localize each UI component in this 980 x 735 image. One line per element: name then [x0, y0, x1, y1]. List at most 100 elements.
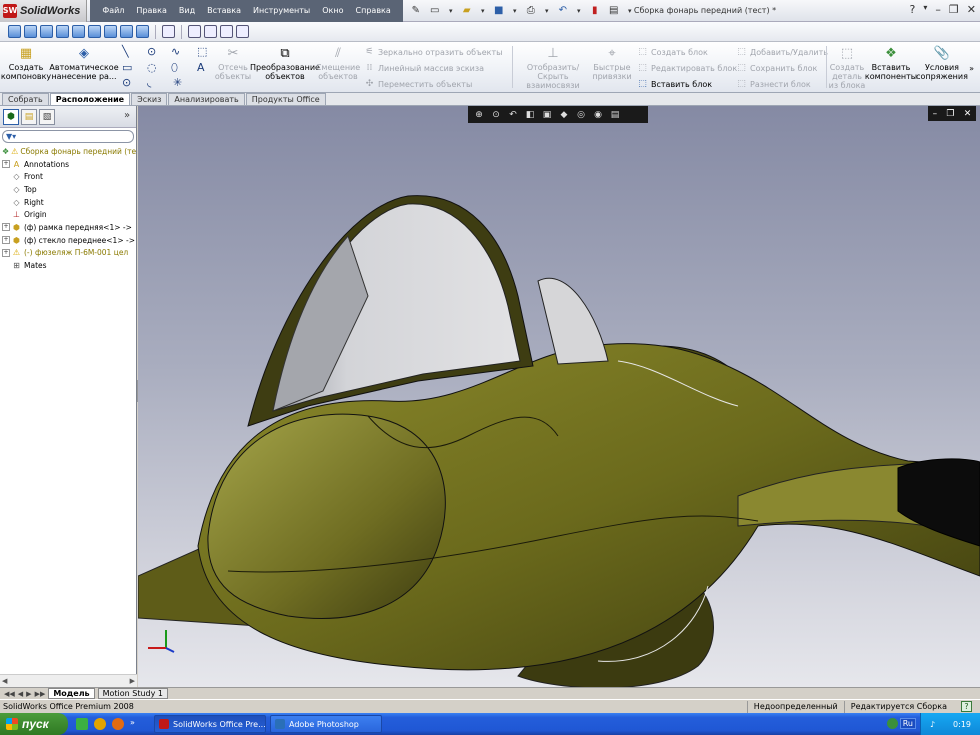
view-iso-icon[interactable] [104, 25, 117, 38]
two-view-icon[interactable] [204, 25, 217, 38]
hide-show-icon[interactable]: ◎ [574, 110, 588, 120]
circle-center-icon[interactable]: ⊙ [147, 45, 156, 58]
previous-view-icon[interactable]: ↶ [506, 110, 520, 120]
task-photoshop[interactable]: Adobe Photoshop [270, 715, 382, 733]
edit-block-button[interactable]: ⬚ Редактировать блок [637, 63, 737, 73]
menu-insert[interactable]: Вставка [201, 6, 247, 15]
menu-view[interactable]: Вид [173, 6, 201, 15]
text-icon[interactable]: A [197, 61, 205, 74]
start-button[interactable]: пуск [0, 713, 68, 735]
view-right-icon[interactable] [56, 25, 69, 38]
new-document-icon[interactable]: ▭ [428, 4, 442, 18]
menu-help[interactable]: Справка [350, 6, 397, 15]
help-icon[interactable]: ? [961, 701, 972, 712]
expand-icon[interactable]: + [2, 248, 10, 257]
zoom-area-icon[interactable]: ⊙ [489, 110, 503, 120]
ellipse-icon[interactable]: ⬯ [171, 61, 178, 75]
task-solidworks[interactable]: SolidWorks Office Pre... [154, 715, 266, 733]
make-block-button[interactable]: ⬚ Создать блок [637, 47, 708, 57]
speaker-icon[interactable]: ♪ [930, 720, 935, 729]
tree-node-annotations[interactable]: + A Annotations [2, 158, 136, 171]
close-icon[interactable]: ✕ [967, 3, 976, 16]
scroll-left-icon[interactable]: ◀ [2, 677, 7, 685]
tab-model[interactable]: Модель [48, 688, 95, 699]
tree-node-mates[interactable]: ⊞ Mates [2, 259, 136, 272]
solidworks-logo[interactable]: SW SolidWorks [0, 0, 88, 22]
next-tab-icon[interactable]: ▶ [26, 690, 31, 698]
tab-evaluate[interactable]: Анализировать [168, 93, 245, 105]
menu-edit[interactable]: Правка [130, 6, 172, 15]
chevron-right-icon[interactable]: » [969, 64, 974, 73]
save-icon[interactable]: ■ [492, 4, 506, 18]
menu-window[interactable]: Окно [316, 6, 349, 15]
view-left-icon[interactable] [40, 25, 53, 38]
feature-tree-tab-icon[interactable]: ⬢ [3, 108, 19, 125]
mirror-entities-button[interactable]: ⚟ Зеркально отразить объекты [364, 47, 502, 57]
single-view-icon[interactable] [188, 25, 201, 38]
linear-pattern-button[interactable]: ⁞⁞ Линейный массив эскиза [364, 63, 484, 73]
mate-button[interactable]: 📎 Условия сопряжения [916, 45, 968, 82]
appearance-icon[interactable]: ◉ [591, 110, 605, 120]
horizontal-scrollbar[interactable]: ◀ ▶ [0, 674, 137, 687]
view-trimetric-icon[interactable] [120, 25, 133, 38]
first-tab-icon[interactable]: ◀◀ [4, 690, 15, 698]
chevron-down-icon[interactable]: ▾ [479, 4, 487, 18]
add-remove-button[interactable]: ⬚ Добавить/Удалить [736, 47, 828, 57]
quick-snaps-button[interactable]: ⌖ Быстрые привязки [592, 45, 631, 82]
convert-entities-button[interactable]: ⧉ Преобразование объектов [250, 45, 320, 82]
tab-layout[interactable]: Расположение [49, 93, 131, 105]
tree-root[interactable]: ❖ ⚠ Сборка фонарь передний (тес [2, 145, 136, 158]
view-back-icon[interactable] [24, 25, 37, 38]
open-icon[interactable]: ▰ [460, 4, 474, 18]
app-launcher-icon[interactable] [76, 718, 88, 730]
rectangle-icon[interactable]: ▭ [122, 61, 132, 74]
network-icon[interactable] [887, 718, 898, 729]
config-manager-tab-icon[interactable]: ▧ [39, 108, 55, 125]
scene-icon[interactable]: ▤ [608, 110, 622, 120]
sketch-region-icon[interactable]: ⬚ [197, 45, 207, 58]
menu-file[interactable]: Файл [96, 6, 130, 15]
chevron-down-icon[interactable]: ▾ [447, 4, 455, 18]
tab-sketch[interactable]: Эскиз [131, 93, 168, 105]
link-views-icon[interactable] [236, 25, 249, 38]
trim-entities-button[interactable]: ✂ Отсечь объекты [214, 45, 252, 82]
zoom-to-fit-icon[interactable]: ⊕ [472, 110, 486, 120]
print-icon[interactable]: ⎙ [524, 4, 538, 18]
line-icon[interactable]: ╲ [122, 45, 129, 58]
tree-node-frame[interactable]: + ⬢ (ф) рамка передняя<1> -> [2, 221, 136, 234]
tab-motion-study[interactable]: Motion Study 1 [97, 688, 169, 699]
browser-icon[interactable] [94, 718, 106, 730]
property-manager-tab-icon[interactable]: ▤ [21, 108, 37, 125]
tree-filter[interactable]: ▼▾ [2, 130, 134, 143]
clock[interactable]: 0:19 [953, 720, 971, 729]
spline-icon[interactable]: ∿ [171, 45, 180, 58]
restore-icon[interactable]: ❐ [946, 109, 954, 119]
expand-icon[interactable]: + [2, 223, 10, 232]
point-icon[interactable]: ✳ [173, 76, 182, 89]
show-hide-relations-button[interactable]: ⊥ Отобразить/Скрыть взаимосвязи [516, 45, 590, 91]
insert-block-button[interactable]: ⬚ Вставить блок [637, 79, 712, 89]
restore-icon[interactable]: ❐ [949, 3, 959, 16]
close-icon[interactable]: ✕ [964, 109, 972, 119]
chevron-down-icon[interactable]: ▾ [511, 4, 519, 18]
view-bottom-icon[interactable] [88, 25, 101, 38]
tab-office-products[interactable]: Продукты Office [245, 93, 326, 105]
last-tab-icon[interactable]: ▶▶ [35, 690, 46, 698]
tree-node-origin[interactable]: ⊥ Origin [2, 208, 136, 221]
display-style-icon[interactable]: ◆ [557, 110, 571, 120]
view-orientation-icon[interactable]: ▣ [540, 110, 554, 120]
four-view-icon[interactable] [220, 25, 233, 38]
expand-icon[interactable]: + [2, 160, 10, 169]
circle-icon[interactable]: ⊙ [122, 76, 131, 89]
section-view-icon[interactable]: ◧ [523, 110, 537, 120]
make-part-from-block-button[interactable]: ⬚ Создать деталь из блока [828, 45, 866, 91]
arc-icon[interactable]: ◌ [147, 61, 157, 74]
move-entities-button[interactable]: ✣ Переместить объекты [364, 79, 473, 89]
offset-entities-button[interactable]: ⫽ Смещение объектов [316, 45, 360, 82]
view-top-icon[interactable] [72, 25, 85, 38]
menu-tools[interactable]: Инструменты [247, 6, 316, 15]
chevron-down-icon[interactable]: ▾ [923, 3, 927, 16]
auto-annotation-button[interactable]: ◈ Автоматическое нанесение ра... [49, 45, 118, 82]
anchor-icon[interactable] [162, 25, 175, 38]
tree-node-right[interactable]: ◇ Right [2, 196, 136, 209]
